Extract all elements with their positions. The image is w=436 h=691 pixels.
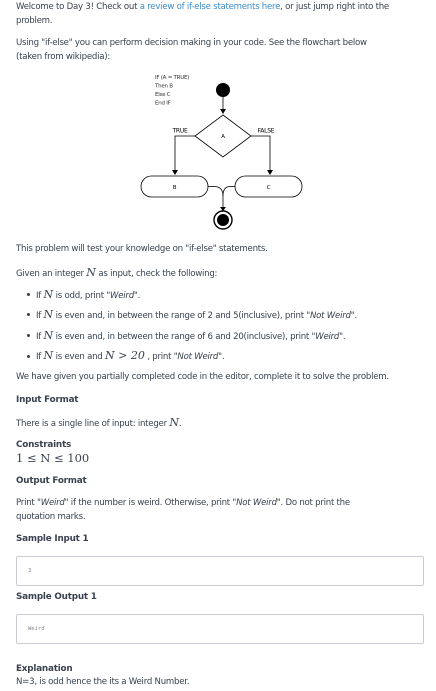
partial-code-note: We have given you partially completed co…	[16, 372, 389, 382]
intro-line-2: problem.	[16, 16, 53, 26]
sample-input-value: 3	[28, 568, 32, 574]
sample-output-heading: Sample Output 1	[16, 592, 97, 602]
list-item: If N is odd, print "Weird".	[36, 288, 141, 301]
flowchart-true-edge	[174, 135, 195, 171]
flowchart-code-line-3: Else C	[155, 92, 171, 98]
list-item: If N is even and, in between the range o…	[36, 329, 346, 342]
list-item: If N is even and, in between the range o…	[36, 308, 357, 321]
output-format-line-2: quotation marks.	[16, 512, 86, 522]
sample-input-box[interactable]: 3	[16, 556, 424, 586]
if-else-flowchart: IF (A = TRUE) Then B Else C End IF A TRU…	[140, 75, 303, 230]
sample-output-value: Weird	[28, 626, 45, 632]
if-else-review-link[interactable]: a review of if-else statements here	[140, 2, 281, 12]
input-format-heading: Input Format	[16, 395, 79, 405]
using-line-2: (taken from wikipedia):	[16, 52, 110, 62]
given-statement: Given an integer N as input, check the f…	[16, 266, 218, 279]
flowchart-start-arrowhead	[220, 109, 226, 114]
output-format-line-1: Print "Weird" if the number is weird. Ot…	[16, 498, 350, 508]
explanation-text: N=3, is odd hence the its a Weird Number…	[16, 677, 190, 687]
bullet-dot	[27, 313, 30, 316]
flowchart-false-edge	[251, 135, 271, 171]
flowchart-box-c-label: C	[267, 185, 271, 191]
constraints-math: 1 ≤ N ≤ 100	[16, 451, 90, 465]
flowchart-merge-curve-right	[222, 186, 231, 197]
flowchart-true-label: TRUE	[171, 128, 187, 135]
flowchart-box-b-label: B	[173, 185, 177, 191]
bullet-dot	[27, 355, 30, 358]
flowchart-true-arrowhead	[172, 170, 178, 175]
flowchart-false-label: FALSE	[258, 128, 275, 135]
flowchart-false-arrowhead	[267, 170, 273, 175]
flowchart-end-node	[217, 214, 229, 226]
flowchart-decision-label: A	[221, 134, 225, 140]
flowchart-code-line-4: End IF	[155, 101, 171, 107]
intro-line-1: Welcome to Day 3! Check out a review of …	[16, 2, 389, 12]
var-n: N	[86, 266, 96, 279]
flowchart-merge-curve-left	[213, 186, 224, 197]
bullet-dot	[27, 334, 30, 337]
flowchart-start-node	[216, 83, 230, 97]
bullet-dot	[27, 293, 30, 296]
sample-output-box[interactable]: Weird	[16, 614, 424, 644]
list-item: If N is even and N > 20 , print "Not Wei…	[36, 349, 225, 362]
flowchart-code-line-2: Then B	[154, 84, 173, 90]
input-format-text: There is a single line of input: integer…	[16, 416, 182, 429]
constraints-heading: Constraints	[16, 440, 71, 450]
test-statement: This problem will test your knowledge on…	[16, 244, 268, 254]
sample-input-heading: Sample Input 1	[16, 534, 89, 544]
explanation-heading: Explanation	[16, 664, 73, 674]
output-format-heading: Output Format	[16, 476, 87, 486]
flowchart-code-line-1: IF (A = TRUE)	[155, 75, 189, 81]
using-line-1: Using "if-else" you can perform decision…	[16, 38, 367, 48]
problem-statement: Welcome to Day 3! Check out a review of …	[0, 0, 436, 691]
